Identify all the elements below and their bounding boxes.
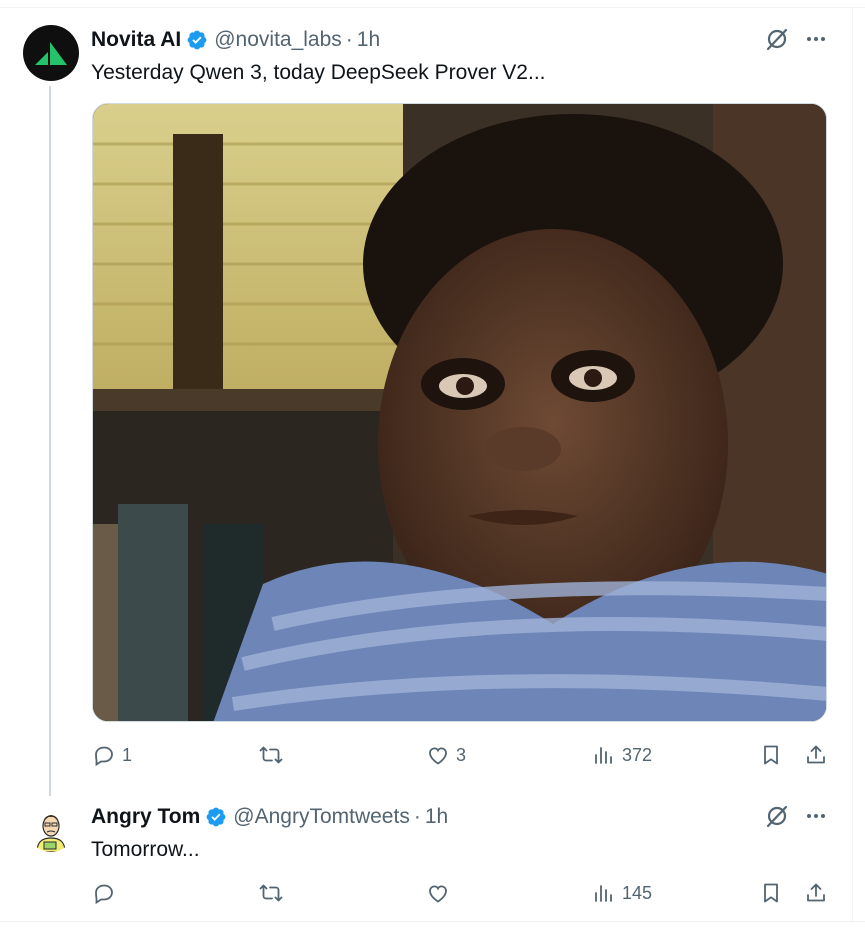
author-handle[interactable]: @novita_labs (214, 28, 342, 52)
tweet-header: Angry Tom @AngryTomtweets · 1h (91, 805, 448, 829)
share-icon (807, 883, 825, 902)
separator-dot: · (413, 805, 421, 828)
views-button[interactable]: 372 (592, 743, 652, 767)
like-icon (429, 747, 447, 765)
like-button[interactable]: 3 (426, 743, 466, 767)
timeline-frame: Novita AI @novita_labs · 1h Yesterday Qw… (0, 0, 865, 929)
views-count: 372 (622, 744, 653, 765)
meme-photo (93, 104, 826, 721)
reply-button[interactable]: 1 (92, 743, 132, 767)
reply-button[interactable] (92, 881, 122, 905)
grok-icon[interactable] (764, 803, 790, 829)
like-icon (429, 885, 447, 903)
avatar-angry-tom[interactable] (28, 806, 74, 852)
tweet-text: Tomorrow... (91, 838, 200, 861)
reply-icon (95, 884, 113, 905)
views-icon (595, 885, 612, 902)
separator-dot: · (345, 28, 353, 51)
angry-tom-cartoon-icon (28, 806, 74, 852)
like-count: 3 (456, 744, 467, 765)
bookmark-button[interactable] (759, 743, 783, 767)
bookmark-icon (764, 883, 778, 903)
share-button[interactable] (804, 881, 828, 905)
tweet-header: Novita AI @novita_labs · 1h (91, 28, 380, 52)
grok-icon[interactable] (764, 26, 790, 52)
verified-badge-icon (206, 807, 226, 827)
share-icon (807, 745, 825, 764)
views-count: 145 (622, 882, 653, 903)
post-time[interactable]: 1h (425, 805, 448, 829)
tweet-media-image[interactable] (92, 103, 827, 722)
thread-connector-line (49, 86, 51, 796)
tweet-text: Yesterday Qwen 3, today DeepSeek Prover … (91, 61, 546, 84)
repost-button[interactable] (259, 881, 289, 905)
reply-icon (95, 746, 113, 767)
author-name[interactable]: Novita AI (91, 28, 181, 52)
reply-count: 1 (122, 744, 133, 765)
like-button[interactable] (426, 881, 456, 905)
divider-bottom (0, 921, 865, 922)
divider-right (852, 7, 853, 922)
more-icon[interactable] (804, 804, 828, 828)
post-time[interactable]: 1h (357, 28, 380, 52)
avatar-novita[interactable] (23, 25, 79, 81)
author-handle[interactable]: @AngryTomtweets (233, 805, 410, 829)
bookmark-button[interactable] (759, 881, 783, 905)
share-button[interactable] (804, 743, 828, 767)
author-name[interactable]: Angry Tom (91, 805, 200, 829)
divider-top (0, 7, 865, 8)
bookmark-icon (764, 745, 778, 765)
repost-icon (259, 746, 283, 764)
repost-icon (259, 884, 283, 902)
novita-logo-icon (35, 42, 67, 65)
repost-button[interactable] (259, 743, 289, 767)
more-icon[interactable] (804, 27, 828, 51)
views-button[interactable]: 145 (592, 881, 652, 905)
verified-badge-icon (187, 30, 207, 50)
views-icon (595, 747, 612, 764)
